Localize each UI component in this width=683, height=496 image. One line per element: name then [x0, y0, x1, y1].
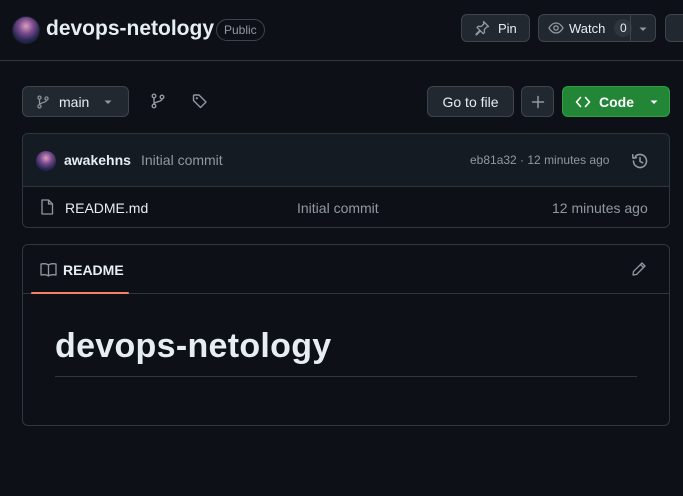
file-browser: awakehns Initial commit eb81a32 · 12 min…	[22, 133, 670, 228]
file-name[interactable]: README.md	[65, 200, 148, 216]
visibility-badge: Public	[216, 19, 265, 41]
book-icon	[40, 262, 57, 277]
divider	[630, 15, 631, 41]
git-branch-icon	[36, 94, 50, 109]
file-updated-time: 12 minutes ago	[552, 200, 648, 216]
plus-icon	[531, 95, 545, 109]
commit-meta[interactable]: eb81a32 · 12 minutes ago	[470, 153, 609, 167]
tab-readme-label: README	[63, 262, 124, 278]
branches-icon[interactable]	[150, 93, 166, 109]
heading-rule	[55, 376, 637, 377]
readme-panel: README devops-netology	[22, 244, 670, 426]
file-row[interactable]: README.md Initial commit 12 minutes ago	[23, 187, 669, 227]
chevron-down-icon[interactable]	[638, 24, 648, 34]
watch-label: Watch	[569, 20, 606, 36]
author-avatar[interactable]	[36, 151, 56, 171]
code-button[interactable]: Code	[562, 86, 670, 117]
go-to-file-button[interactable]: Go to file	[427, 86, 514, 117]
commit-author[interactable]: awakehns	[64, 152, 131, 168]
pin-button[interactable]: Pin	[461, 14, 530, 42]
readme-tab-bar: README	[23, 245, 669, 294]
readme-heading: devops-netology	[55, 327, 332, 365]
pin-icon	[474, 20, 490, 36]
commit-message[interactable]: Initial commit	[141, 152, 223, 168]
latest-commit-bar: awakehns Initial commit eb81a32 · 12 min…	[23, 134, 669, 187]
fork-button[interactable]	[665, 14, 683, 42]
history-icon[interactable]	[631, 152, 649, 170]
header-divider	[0, 60, 683, 61]
add-file-button[interactable]	[521, 86, 554, 117]
branch-name: main	[59, 93, 90, 110]
repo-name[interactable]: devops-netology	[46, 15, 214, 43]
code-icon	[575, 94, 591, 110]
active-tab-underline	[31, 292, 129, 294]
code-label: Code	[599, 93, 634, 110]
tab-readme[interactable]: README	[31, 245, 129, 294]
chevron-down-icon	[649, 97, 659, 107]
file-commit-message[interactable]: Initial commit	[297, 200, 379, 216]
branch-selector[interactable]: main	[22, 86, 129, 117]
pencil-icon[interactable]	[631, 261, 647, 277]
owner-avatar[interactable]	[13, 17, 39, 43]
chevron-down-icon	[103, 97, 113, 107]
watch-button[interactable]: Watch 0	[538, 14, 656, 42]
eye-icon	[548, 20, 564, 36]
file-icon	[40, 199, 54, 215]
pin-label: Pin	[498, 20, 517, 36]
tag-icon[interactable]	[192, 93, 208, 109]
